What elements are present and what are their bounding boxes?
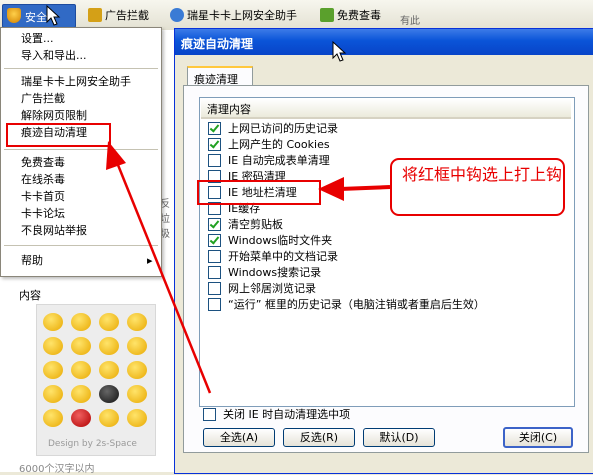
mouse-cursor-icon [46,4,61,26]
arrow-to-checkbox [318,177,391,201]
annotation-arrows [46,4,391,394]
mouse-cursor-icon [332,40,347,62]
arrow-to-menu [106,141,212,394]
